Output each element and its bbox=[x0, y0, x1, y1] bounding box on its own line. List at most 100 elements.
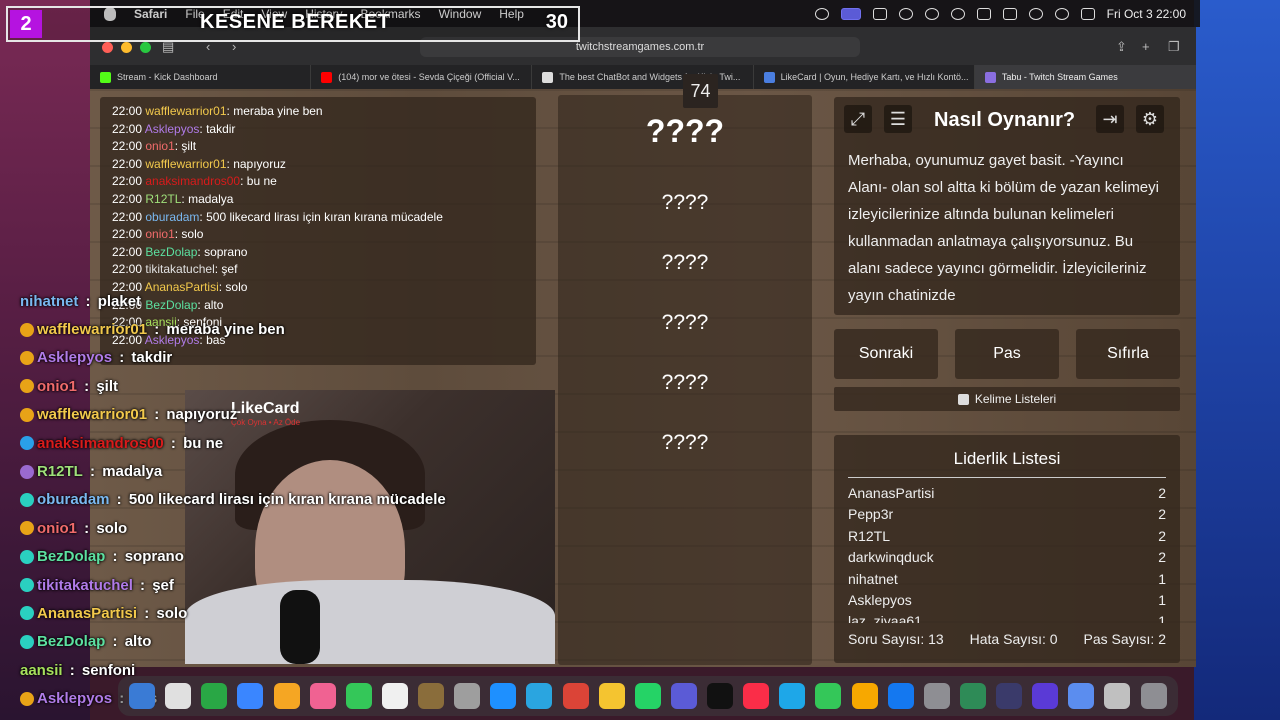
leaderboard-list: AnanasPartisi 2 Pepp3r 2 R12TL 2 darkwinqduck 2… bbox=[848, 483, 1166, 623]
dock-app-icon[interactable] bbox=[273, 683, 300, 709]
dock-app-icon[interactable] bbox=[743, 683, 770, 709]
share-icon[interactable]: ⇪ bbox=[1116, 39, 1127, 55]
tab-youtube[interactable]: (104) mor ve ötesi - Sevda Çiçeği (Offic… bbox=[311, 65, 533, 89]
menu-extra-icon[interactable] bbox=[898, 7, 913, 20]
chat-user: anaksimandros00 bbox=[145, 174, 241, 189]
chat-text: takdir bbox=[206, 121, 236, 136]
desktop-wallpaper-right bbox=[1194, 0, 1280, 720]
player-name: Asklepyos bbox=[848, 591, 912, 608]
how-to-play-panel: ⤢ ☰ Nasıl Oynanır? ⇥ ⚙ Merhaba, oyunumuz… bbox=[834, 97, 1180, 315]
new-tab-icon[interactable]: + bbox=[1142, 39, 1150, 54]
chat-user: AnanasPartisi bbox=[37, 604, 138, 622]
chat-user: onio1 bbox=[145, 227, 175, 242]
dock-app-icon[interactable] bbox=[923, 683, 950, 709]
dock-app-icon[interactable] bbox=[1104, 683, 1131, 709]
chat-text: bu ne bbox=[183, 434, 224, 452]
dock-app-icon[interactable] bbox=[418, 683, 445, 709]
battery-icon[interactable] bbox=[1002, 7, 1017, 20]
tab-kick-dashboard[interactable]: Stream - Kick Dashboard bbox=[90, 65, 312, 89]
tab-overview-icon[interactable]: ❐ bbox=[1168, 39, 1180, 55]
instructions-text: Merhaba, oyunumuz gayet basit. -Yayıncı … bbox=[848, 152, 1159, 304]
error-count: Hata Sayısı: 0 bbox=[969, 631, 1058, 647]
wifi-icon[interactable] bbox=[1028, 7, 1043, 20]
stream-chat-message: onio1 : şilt bbox=[20, 372, 600, 400]
dock-app-icon[interactable] bbox=[526, 683, 553, 709]
stream-chat-message: oburadam : 500 likecard lirası için kıra… bbox=[20, 486, 600, 514]
user-badge-icon bbox=[20, 407, 34, 422]
dock-app-icon[interactable] bbox=[851, 683, 878, 709]
dock-app-icon[interactable] bbox=[309, 683, 336, 709]
dock-app-icon[interactable] bbox=[129, 683, 156, 709]
dock-app-icon[interactable] bbox=[562, 683, 589, 709]
dock-app-icon[interactable] bbox=[1140, 683, 1167, 709]
dock-app-icon[interactable] bbox=[1068, 683, 1095, 709]
chat-text: napıyoruz bbox=[233, 156, 286, 171]
chat-time: 22:00 bbox=[112, 104, 143, 118]
dock-app-icon[interactable] bbox=[381, 683, 408, 709]
tab-label: (104) mor ve ötesi - Sevda Çiçeği (Offic… bbox=[338, 72, 520, 82]
dock-app-icon[interactable] bbox=[598, 683, 625, 709]
display-icon[interactable] bbox=[872, 7, 887, 20]
tab-chatbot[interactable]: The best ChatBot and Widgets for Kick, T… bbox=[532, 65, 754, 89]
close-window-button[interactable] bbox=[102, 42, 113, 53]
tab-tabu[interactable]: Tabu - Twitch Stream Games bbox=[974, 65, 1197, 89]
dock-app-icon[interactable] bbox=[707, 683, 734, 709]
chat-separator: : bbox=[80, 377, 94, 395]
next-button[interactable]: Sonraki bbox=[834, 329, 938, 379]
chat-separator: : bbox=[81, 292, 95, 310]
chatbot-icon bbox=[542, 71, 554, 83]
screen-record-icon[interactable] bbox=[840, 7, 861, 20]
chat-user: wafflewarrior01 bbox=[145, 104, 227, 118]
document-icon[interactable]: ☰ bbox=[884, 105, 912, 133]
minimize-window-button[interactable] bbox=[121, 42, 132, 53]
dock-app-icon[interactable] bbox=[996, 683, 1023, 709]
chat-user: aansii bbox=[20, 661, 63, 679]
pass-button[interactable]: Pas bbox=[955, 329, 1059, 379]
control-center-icon[interactable] bbox=[1080, 7, 1095, 20]
chat-text: meraba yine ben bbox=[166, 321, 285, 339]
window-controls bbox=[102, 42, 151, 53]
tab-bar: Stream - Kick Dashboard (104) mor ve öte… bbox=[90, 65, 1197, 89]
dock-app-icon[interactable] bbox=[490, 683, 517, 709]
search-icon[interactable] bbox=[1054, 7, 1069, 20]
dock bbox=[118, 676, 1178, 716]
dock-app-icon[interactable] bbox=[959, 683, 986, 709]
cloud-icon[interactable] bbox=[950, 7, 965, 20]
user-badge-icon bbox=[20, 691, 34, 706]
record-icon[interactable] bbox=[924, 7, 939, 20]
chat-text: soprano bbox=[124, 548, 184, 566]
chat-text: solo bbox=[96, 519, 128, 537]
zoom-window-button[interactable] bbox=[140, 42, 151, 53]
chat-user: wafflewarrior01 bbox=[37, 406, 148, 424]
word-lists-checkbox[interactable] bbox=[957, 393, 969, 405]
face-icon[interactable] bbox=[814, 7, 829, 20]
dock-app-icon[interactable] bbox=[634, 683, 661, 709]
dock-app-icon[interactable] bbox=[815, 683, 842, 709]
bluetooth-icon[interactable] bbox=[976, 7, 991, 20]
word-lists-toggle[interactable]: Kelime Listeleri bbox=[834, 387, 1180, 411]
tab-likecard[interactable]: LikeCard | Oyun, Hediye Kartı, ve Hızlı … bbox=[754, 65, 975, 89]
dock-app-icon[interactable] bbox=[165, 683, 192, 709]
user-badge-icon bbox=[20, 578, 34, 593]
dock-app-icon[interactable] bbox=[779, 683, 806, 709]
stream-chat-message: BezDolap : alto bbox=[20, 628, 600, 656]
dock-app-icon[interactable] bbox=[454, 683, 481, 709]
dock-app-icon[interactable] bbox=[345, 683, 372, 709]
gear-icon[interactable]: ⚙ bbox=[1136, 105, 1164, 133]
fullscreen-icon[interactable]: ⤢ bbox=[844, 105, 872, 133]
dock-app-icon[interactable] bbox=[670, 683, 697, 709]
reset-button[interactable]: Sıfırla bbox=[1076, 329, 1180, 379]
leaderboard-row: Asklepyos 1 bbox=[848, 590, 1166, 611]
tabu-icon bbox=[984, 71, 996, 83]
dock-app-icon[interactable] bbox=[237, 683, 264, 709]
dock-app-icon[interactable] bbox=[887, 683, 914, 709]
question-count: Soru Sayısı: 13 bbox=[848, 631, 944, 647]
chat-time: 22:00 bbox=[112, 121, 143, 136]
player-score: 2 bbox=[1158, 485, 1166, 501]
dock-app-icon[interactable] bbox=[1032, 683, 1059, 709]
menubar-clock[interactable]: Fri Oct 3 22:00 bbox=[1107, 7, 1186, 21]
logout-icon[interactable]: ⇥ bbox=[1096, 105, 1124, 133]
stream-chat-message: wafflewarrior01 : napıyoruz bbox=[20, 401, 600, 429]
dock-app-icon[interactable] bbox=[201, 683, 228, 709]
chat-time: 22:00 bbox=[112, 139, 143, 154]
